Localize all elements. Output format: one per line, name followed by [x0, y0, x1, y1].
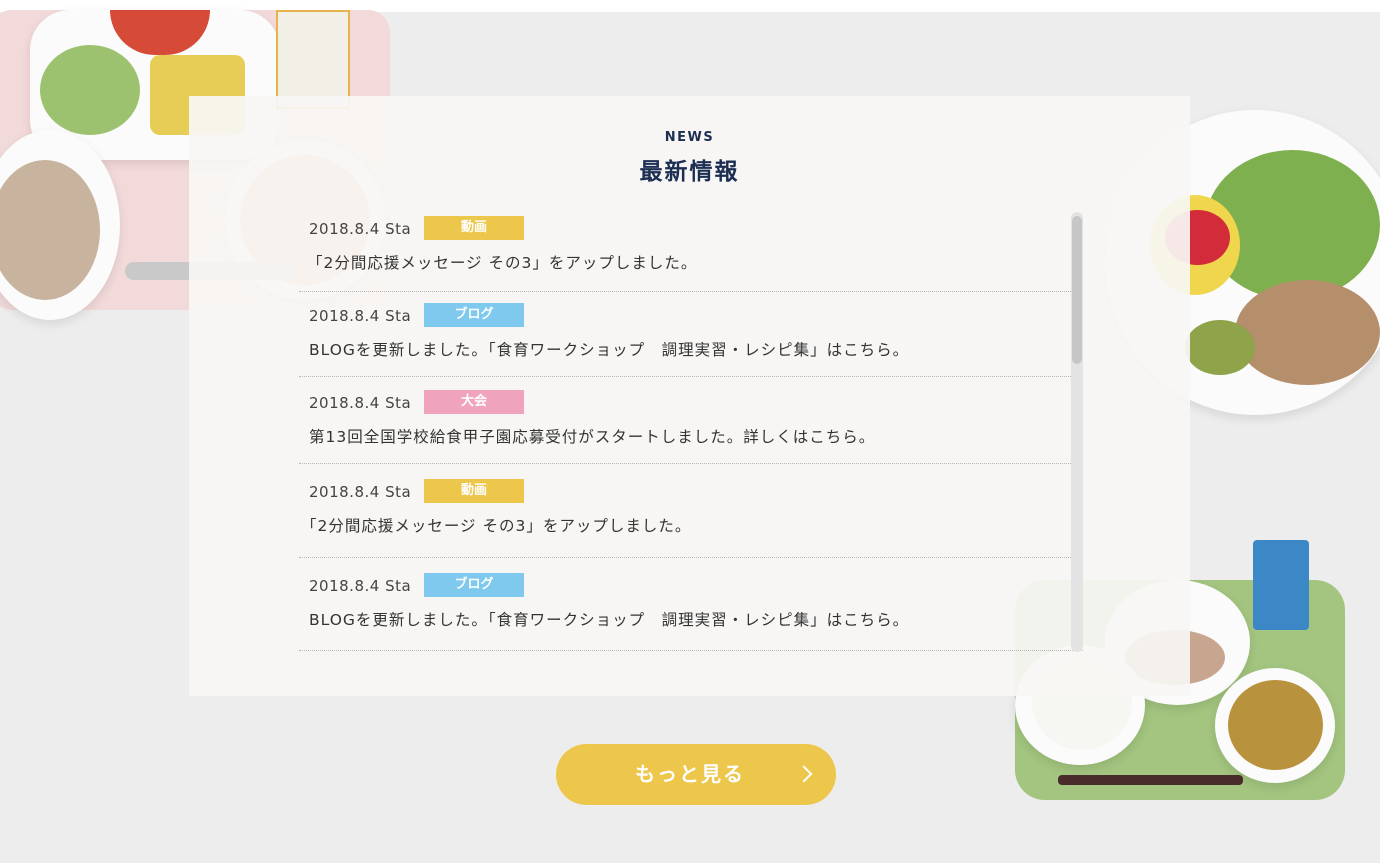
salad-image [40, 45, 140, 135]
news-headline-link[interactable]: 「2分間応援メッセージ その3」をアップしました。 [301, 514, 691, 536]
news-item[interactable]: 2018.8.4 Sta 大会 第13回全国学校給食甲子園応募受付がスタートしま… [299, 377, 1083, 464]
miso-soup-image [1228, 680, 1323, 770]
news-item[interactable]: 2018.8.4 Sta 動画 「2分間応援メッセージ その3」をアップしました… [299, 464, 1083, 558]
more-button-label: もっと見る [635, 762, 745, 786]
fried-chicken-image [1235, 280, 1380, 385]
news-list[interactable]: 2018.8.4 Sta 動画 「2分間応援メッセージ その3」をアップしました… [299, 212, 1083, 692]
news-date: 2018.8.4 Sta [309, 307, 412, 325]
news-item[interactable]: 2018.8.4 Sta ブログ BLOGを更新しました。「食育ワークショップ … [299, 292, 1083, 377]
news-headline-link[interactable]: BLOGを更新しました。「食育ワークショップ 調理実習・レシピ集」はこちら。 [309, 338, 909, 360]
milk-carton-blue-image [1253, 540, 1309, 630]
news-date: 2018.8.4 Sta [309, 483, 412, 501]
news-item[interactable]: 2018.8.4 Sta 動画 「2分間応援メッセージ その3」をアップしました… [299, 212, 1083, 292]
news-category-badge: ブログ [424, 303, 524, 327]
pickles-image [1185, 320, 1255, 375]
milk-carton-image [276, 10, 350, 109]
news-category-badge: 大会 [424, 390, 524, 414]
chopsticks-image [1058, 775, 1243, 785]
news-item[interactable]: 2018.8.4 Sta ブログ BLOGを更新しました。「食育ワークショップ … [299, 558, 1083, 651]
news-headline-link[interactable]: 「2分間応援メッセージ その3」をアップしました。 [307, 251, 697, 273]
news-headline-link[interactable]: 第13回全国学校給食甲子園応募受付がスタートしました。詳しくはこちら。 [309, 425, 875, 447]
news-category-badge: ブログ [424, 573, 524, 597]
more-button[interactable]: もっと見る [556, 744, 836, 805]
news-label: NEWS [664, 130, 715, 145]
news-panel: NEWS 最新情報 2018.8.4 Sta 動画 「2分間応援メッセージ その… [189, 96, 1190, 696]
news-category-badge: 動画 [424, 479, 524, 503]
news-date: 2018.8.4 Sta [309, 577, 412, 595]
news-category-badge: 動画 [424, 216, 524, 240]
news-headline-link[interactable]: BLOGを更新しました。「食育ワークショップ 調理実習・レシピ集」はこちら。 [309, 608, 909, 630]
news-scrollbar[interactable] [1071, 212, 1083, 652]
news-date: 2018.8.4 Sta [309, 220, 412, 238]
news-date: 2018.8.4 Sta [309, 394, 412, 412]
news-title: 最新情報 [639, 159, 740, 185]
scrollbar-thumb[interactable] [1072, 216, 1082, 364]
